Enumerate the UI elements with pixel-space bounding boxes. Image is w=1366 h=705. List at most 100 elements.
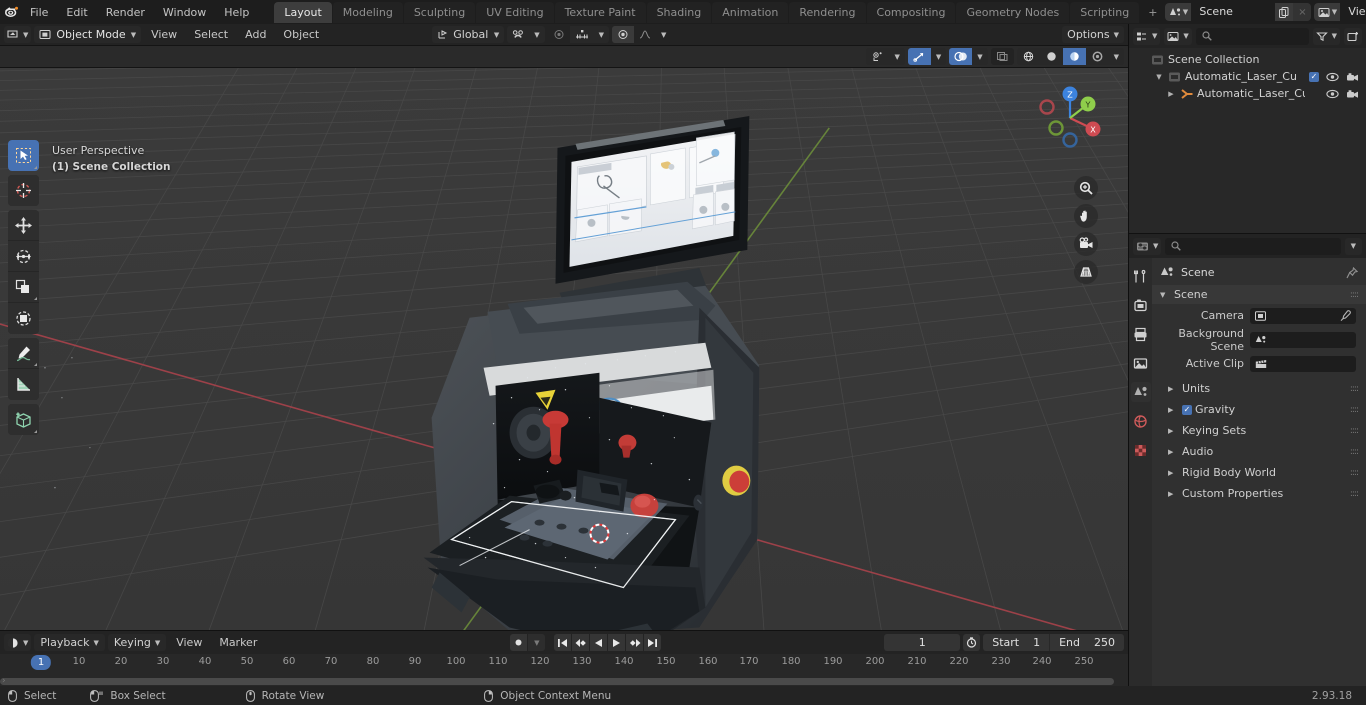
material-preview-shading-icon[interactable]: [1062, 48, 1086, 65]
interaction-mode-selector[interactable]: Object Mode ▼: [34, 26, 142, 43]
active-clip-field[interactable]: [1250, 355, 1356, 372]
camera-icon[interactable]: [1346, 72, 1359, 82]
expand-triangle-icon[interactable]: ▶: [1168, 490, 1176, 498]
tab-modeling[interactable]: Modeling: [332, 1, 403, 23]
tab-uv-editing[interactable]: UV Editing: [476, 1, 554, 23]
outliner-search-input[interactable]: [1195, 27, 1309, 45]
properties-tab-scene[interactable]: [1130, 382, 1151, 402]
proportional-falloff-icon[interactable]: [570, 26, 594, 43]
jump-next-keyframe-icon[interactable]: [626, 634, 644, 651]
panel-rigid-body-world[interactable]: ▶ Rigid Body World ::::: [1152, 463, 1366, 482]
menu-window[interactable]: Window: [154, 3, 215, 22]
viewport-menu-object[interactable]: Object: [276, 26, 326, 43]
tool-measure[interactable]: [8, 369, 39, 400]
scene-panel-header[interactable]: ▼ Scene ::::: [1152, 285, 1366, 304]
falloff-curve-icon[interactable]: [634, 26, 657, 43]
properties-options-dropdown[interactable]: ▼: [1344, 237, 1362, 255]
proportional-editing-icon[interactable]: [547, 26, 570, 43]
pin-icon[interactable]: [1346, 266, 1358, 279]
3d-viewport[interactable]: User Perspective (1) Scene Collection Z …: [0, 68, 1128, 630]
record-icon[interactable]: [510, 634, 528, 651]
scene-cone-icon[interactable]: ▼: [1165, 3, 1192, 21]
panel-gravity[interactable]: ▶ ✓ Gravity ::::: [1152, 400, 1366, 419]
properties-tab-tool[interactable]: [1131, 266, 1151, 286]
timeline-scrollbar[interactable]: [0, 678, 1114, 685]
new-scene-button[interactable]: [1275, 3, 1294, 21]
tool-transform[interactable]: [8, 303, 39, 334]
tool-move[interactable]: [8, 210, 39, 241]
tab-texture-paint[interactable]: Texture Paint: [554, 1, 646, 23]
viewport-options-button[interactable]: Options ▼: [1062, 26, 1124, 43]
play-reverse-icon[interactable]: [590, 634, 608, 651]
camera-field[interactable]: [1250, 307, 1356, 324]
new-collection-button[interactable]: [1344, 27, 1362, 45]
timeline-menu-view[interactable]: View: [169, 634, 209, 651]
properties-tab-view-layer[interactable]: [1131, 353, 1151, 373]
outliner-row-collection[interactable]: ▼ Automatic_Laser_Cut_Key_Mà ✓: [1129, 68, 1366, 85]
menu-render[interactable]: Render: [97, 3, 154, 22]
properties-search-input[interactable]: [1165, 237, 1341, 255]
camera-icon[interactable]: [1074, 232, 1098, 256]
expand-triangle-icon[interactable]: ▶: [1165, 90, 1177, 98]
falloff-dropdown[interactable]: ▼: [594, 26, 609, 43]
tab-animation[interactable]: Animation: [712, 1, 789, 23]
expand-triangle-icon[interactable]: ▶: [1168, 448, 1176, 456]
expand-triangle-icon[interactable]: ▼: [1153, 73, 1165, 81]
camera-icon[interactable]: [1346, 89, 1359, 99]
timeline-ruler[interactable]: 1 10 20 30 40 50 60 70 80 90 100 110 120…: [0, 654, 1128, 686]
expand-triangle-icon[interactable]: ▶: [1168, 469, 1176, 477]
start-frame-field[interactable]: Start 1: [983, 634, 1049, 651]
pan-hand-icon[interactable]: [1074, 204, 1098, 228]
expand-triangle-icon[interactable]: ▶: [1168, 406, 1176, 414]
blender-logo-icon[interactable]: [4, 1, 21, 23]
properties-tab-texture[interactable]: [1131, 440, 1151, 460]
tab-rendering[interactable]: Rendering: [789, 1, 866, 23]
add-workspace-button[interactable]: +: [1140, 2, 1165, 23]
timeline-menu-marker[interactable]: Marker: [212, 634, 264, 651]
scene-name[interactable]: Scene: [1191, 3, 1276, 21]
transform-orientation-selector[interactable]: Global ▼: [432, 26, 505, 43]
frame-range-fields[interactable]: Start 1 End 250: [983, 634, 1124, 651]
timeline-menu-playback[interactable]: Playback ▼: [34, 634, 105, 651]
jump-to-end-icon[interactable]: [644, 634, 662, 651]
viewport-menu-add[interactable]: Add: [238, 26, 273, 43]
tab-scripting[interactable]: Scripting: [1070, 1, 1140, 23]
play-icon[interactable]: [608, 634, 626, 651]
view-layer-icon[interactable]: ▼: [1314, 3, 1341, 21]
gravity-checkbox[interactable]: ✓: [1182, 404, 1192, 415]
wireframe-shading-icon[interactable]: [1017, 48, 1040, 65]
expand-triangle-icon[interactable]: ▶: [1168, 427, 1176, 435]
timeline-editor-type-button[interactable]: ▼: [4, 634, 32, 651]
toggle-xray-icon[interactable]: [990, 48, 1014, 65]
outliner-tree[interactable]: Scene Collection ▼ Automatic_Laser_Cut_K…: [1129, 48, 1366, 233]
panel-custom-properties[interactable]: ▶ Custom Properties ::::: [1152, 484, 1366, 503]
outliner-row-object[interactable]: ▶ Automatic_Laser_Cut_Ke: [1129, 85, 1366, 102]
playhead[interactable]: 1: [30, 655, 52, 670]
menu-help[interactable]: Help: [215, 3, 258, 22]
menu-edit[interactable]: Edit: [57, 3, 96, 22]
record-dropdown[interactable]: ▼: [528, 634, 546, 651]
viewport-menu-select[interactable]: Select: [187, 26, 235, 43]
tab-layout[interactable]: Layout: [274, 1, 332, 23]
properties-tab-render[interactable]: [1131, 295, 1151, 315]
expand-triangle-icon[interactable]: ▼: [1160, 291, 1168, 299]
tab-sculpting[interactable]: Sculpting: [403, 1, 476, 23]
outliner-editor-type-button[interactable]: ▼: [1133, 27, 1161, 45]
navigation-gizmo[interactable]: Z X Y: [1032, 80, 1108, 156]
end-frame-field[interactable]: End 250: [1050, 634, 1124, 651]
background-scene-field[interactable]: [1250, 331, 1356, 348]
panel-audio[interactable]: ▶ Audio ::::: [1152, 442, 1366, 461]
rendered-shading-icon[interactable]: [1086, 48, 1109, 65]
tab-compositing[interactable]: Compositing: [866, 1, 956, 23]
tool-scale[interactable]: [8, 272, 39, 303]
object-types-visibility-icon[interactable]: [866, 48, 889, 65]
overlays-dropdown[interactable]: ▼: [972, 48, 987, 65]
snap-magnet-icon[interactable]: [507, 26, 529, 43]
tool-add-cube[interactable]: [8, 404, 39, 435]
gizmo-dropdown[interactable]: ▼: [931, 48, 946, 65]
current-frame-field[interactable]: 1: [884, 634, 961, 651]
properties-editor-type-button[interactable]: ▼: [1133, 237, 1162, 255]
shading-dropdown[interactable]: ▼: [1109, 48, 1124, 65]
tool-cursor[interactable]: [8, 175, 39, 206]
proportional-toggle-icon[interactable]: [612, 26, 635, 43]
